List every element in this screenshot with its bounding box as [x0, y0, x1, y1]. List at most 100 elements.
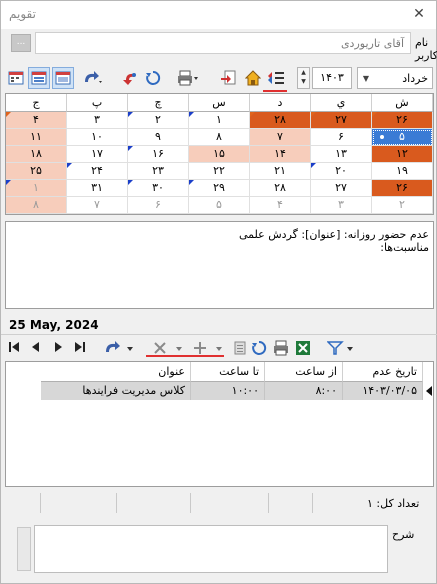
day-number: ۳۱: [91, 181, 103, 194]
calendar-day-cell[interactable]: ۲۴: [67, 163, 128, 180]
calendar-day-cell[interactable]: ۶: [311, 129, 372, 146]
calendar-day-cell[interactable]: ۱۵: [189, 146, 250, 163]
calendar-day-cell[interactable]: ۳۱: [67, 180, 128, 197]
first-record-icon[interactable]: [5, 340, 23, 356]
calendar-day-cell[interactable]: ۲۸: [250, 112, 311, 129]
properties-icon[interactable]: [229, 340, 247, 356]
calendar-day-cell[interactable]: ۲۰: [311, 163, 372, 180]
day-number: ۲: [399, 198, 405, 211]
month-view-icon[interactable]: [52, 67, 74, 89]
day-number: ۲۸: [274, 113, 286, 126]
home-icon[interactable]: [242, 67, 264, 89]
calendar-day-cell[interactable]: ۳۰: [128, 180, 189, 197]
calendar-day-cell[interactable]: ۲۸: [250, 180, 311, 197]
day-view-icon[interactable]: [5, 67, 27, 89]
calendar-day-cell[interactable]: ۱۲: [372, 146, 433, 163]
prev-record-icon[interactable]: [27, 340, 45, 356]
calendar-day-cell[interactable]: ۲۱: [250, 163, 311, 180]
col-header-date[interactable]: تاریخ عدم حضور: [343, 362, 423, 397]
calendar-day-cell[interactable]: ۴: [250, 197, 311, 214]
weekday-header: ش: [372, 94, 433, 112]
redo-dropdown-icon[interactable]: [102, 340, 138, 356]
description-label: شرح: [392, 528, 415, 541]
add-icon[interactable]: [191, 340, 227, 356]
delete-icon[interactable]: [151, 340, 187, 356]
calendar-day-cell[interactable]: ۲۹: [189, 180, 250, 197]
weekday-header: ي: [311, 94, 372, 112]
day-number: ۲۰: [335, 164, 347, 177]
title-bar: تقویم ✕: [1, 1, 436, 29]
calendar-day-cell[interactable]: ۱۳: [311, 146, 372, 163]
calendar-day-cell[interactable]: ۷: [250, 129, 311, 146]
col-header-to[interactable]: تا ساعت: [191, 362, 265, 382]
day-number: ۳: [94, 113, 100, 126]
calendar-day-cell[interactable]: ۶: [128, 197, 189, 214]
excel-export-icon[interactable]: [294, 340, 312, 356]
calendar-day-cell[interactable]: ۱: [189, 112, 250, 129]
calendar-day-cell[interactable]: ۲: [128, 112, 189, 129]
total-count: تعداد کل: ۱: [367, 497, 420, 510]
calendar-day-cell[interactable]: ۳: [311, 197, 372, 214]
undo-icon[interactable]: [118, 67, 140, 89]
calendar-day-cell[interactable]: ۱۸: [6, 146, 67, 163]
print-icon[interactable]: [177, 67, 199, 89]
month-select[interactable]: ▼ خرداد: [357, 67, 433, 89]
calendar-day-cell[interactable]: ۲۳: [128, 163, 189, 180]
browse-user-button[interactable]: ...: [11, 34, 31, 52]
filter-icon[interactable]: [326, 340, 358, 356]
col-header-from[interactable]: از ساعت: [265, 362, 343, 382]
day-number: ۱۶: [152, 147, 164, 160]
cell-title[interactable]: کلاس مدیریت فرایندها: [41, 382, 191, 400]
calendar-day-cell[interactable]: ۱۷: [67, 146, 128, 163]
week-view-icon[interactable]: [28, 67, 50, 89]
last-record-icon[interactable]: [71, 340, 89, 356]
refresh-grid-icon[interactable]: [250, 340, 268, 356]
description-side-button[interactable]: [17, 527, 31, 571]
day-number: ۲۴: [91, 164, 103, 177]
year-spinner[interactable]: ▲ ▼: [297, 67, 310, 89]
calendar-day-cell[interactable]: ۴: [6, 112, 67, 129]
calendar-day-cell[interactable]: ۱۰: [67, 129, 128, 146]
export-icon[interactable]: [217, 67, 239, 89]
cell-date[interactable]: ۱۴۰۳/۰۳/۰۵: [343, 382, 423, 400]
day-number: ۱۸: [30, 147, 42, 160]
calendar-day-cell[interactable]: ۸: [189, 129, 250, 146]
user-name-field[interactable]: آقای تاریوردی: [35, 32, 411, 54]
window-title: تقویم: [9, 7, 36, 21]
refresh-icon[interactable]: [142, 67, 164, 89]
close-button[interactable]: ✕: [408, 4, 430, 24]
redo-icon[interactable]: [81, 67, 103, 89]
calendar-day-cell[interactable]: ۱: [6, 180, 67, 197]
calendar-day-cell[interactable]: ۲: [372, 197, 433, 214]
current-row-indicator: [426, 386, 432, 396]
calendar-day-cell[interactable]: ۵: [189, 197, 250, 214]
calendar-day-cell[interactable]: ۲۶: [372, 180, 433, 197]
calendar-day-cell[interactable]: ۳: [67, 112, 128, 129]
col-header-title[interactable]: عنوان: [41, 362, 191, 382]
calendar-day-cell[interactable]: ۸: [6, 197, 67, 214]
print-grid-icon[interactable]: [272, 340, 290, 356]
next-record-icon[interactable]: [49, 340, 67, 356]
calendar-day-cell[interactable]: ۱۹: [372, 163, 433, 180]
cell-to[interactable]: ۱۰:۰۰: [191, 382, 265, 400]
calendar-day-cell[interactable]: ۹: [128, 129, 189, 146]
event-marker-icon: [128, 180, 133, 185]
calendar-day-cell[interactable]: ۲۲: [189, 163, 250, 180]
calendar-day-cell[interactable]: ۷: [67, 197, 128, 214]
event-marker-icon: [128, 112, 133, 117]
calendar-day-cell[interactable]: ۵: [372, 129, 433, 146]
calendar-day-cell[interactable]: ۱۱: [6, 129, 67, 146]
calendar-day-cell[interactable]: ۲۶: [372, 112, 433, 129]
year-field[interactable]: ۱۴۰۳: [312, 67, 352, 89]
calendar-day-cell[interactable]: ۱۶: [128, 146, 189, 163]
day-number: ۳۰: [152, 181, 164, 194]
events-list-icon[interactable]: [265, 67, 287, 89]
cell-from[interactable]: ۸:۰۰: [265, 382, 343, 400]
calendar-day-cell[interactable]: ۲۷: [311, 112, 372, 129]
calendar-day-cell[interactable]: ۲۵: [6, 163, 67, 180]
user-name-label: نام کاربر: [415, 36, 437, 62]
description-field[interactable]: [34, 525, 388, 573]
day-number: ۲۸: [274, 181, 286, 194]
calendar-day-cell[interactable]: ۱۴: [250, 146, 311, 163]
calendar-day-cell[interactable]: ۲۷: [311, 180, 372, 197]
